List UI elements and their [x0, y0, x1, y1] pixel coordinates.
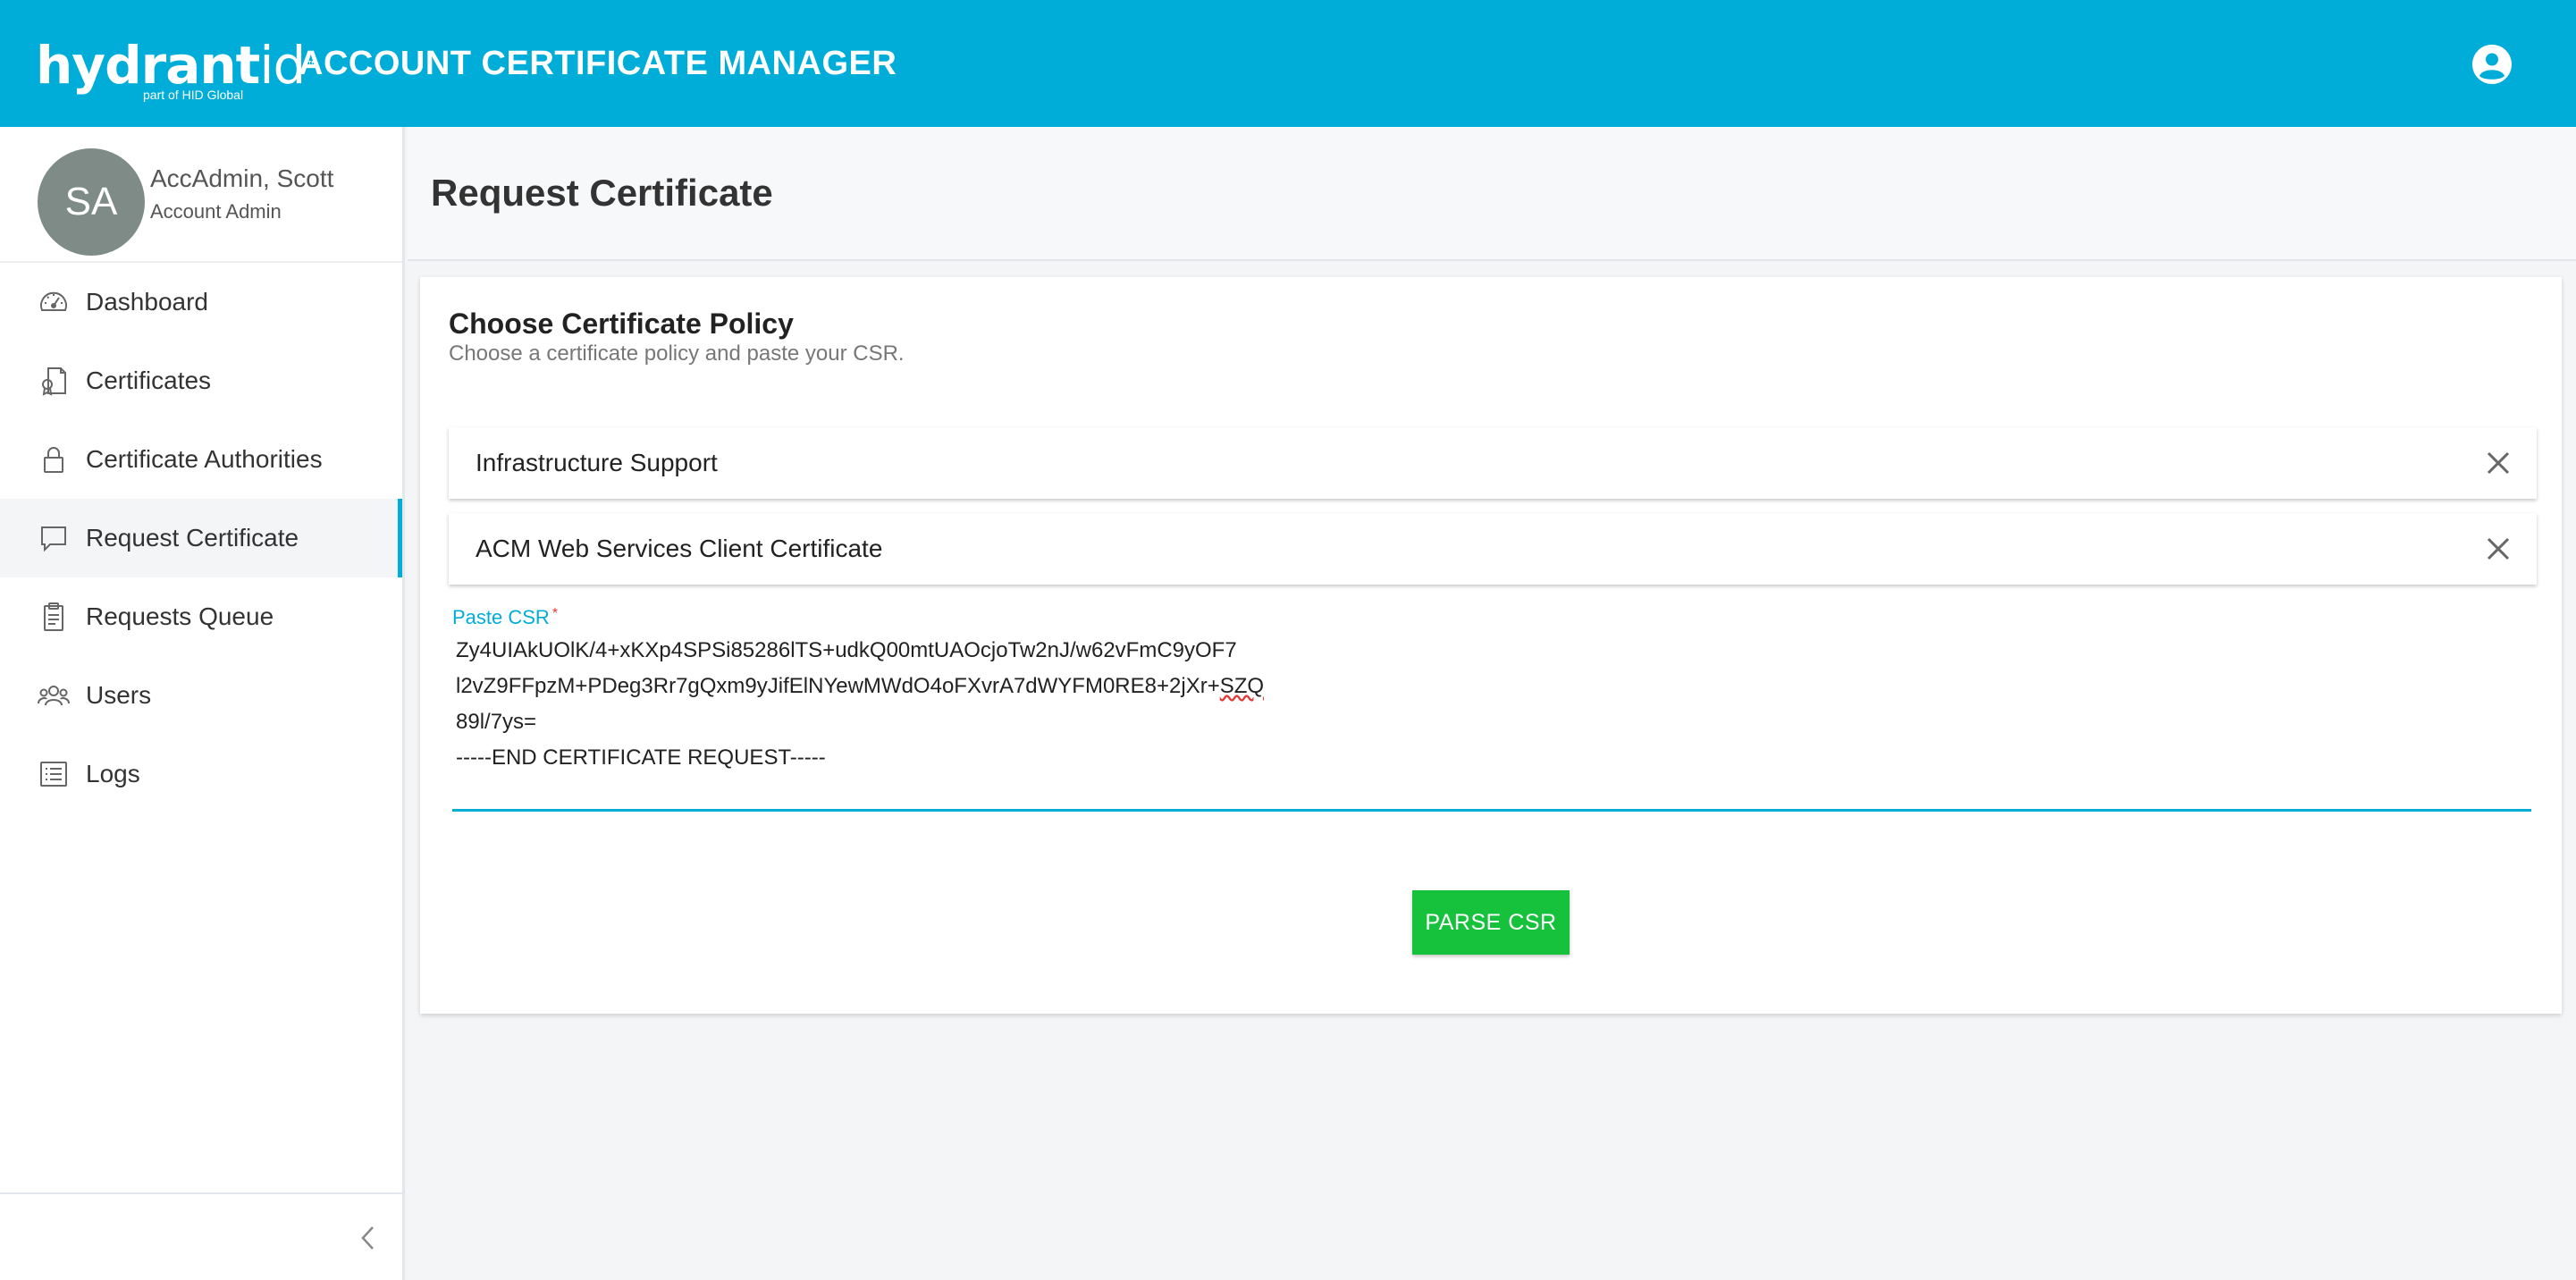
- chevron-left-icon[interactable]: [354, 1223, 384, 1253]
- sidebar-item-logs[interactable]: Logs: [0, 735, 402, 813]
- policy-card: Choose Certificate Policy Choose a certi…: [420, 277, 2562, 1014]
- sidebar-item-requests-queue[interactable]: Requests Queue: [0, 577, 402, 656]
- csr-text-line: Zy4UIAkUOlK/4+xKXp4SPSi85286lTS+udkQ00mt…: [456, 638, 1237, 662]
- csr-text-line: 89l/7ys=: [456, 710, 537, 734]
- app-title: ACCOUNT CERTIFICATE MANAGER: [299, 45, 897, 82]
- sidebar-item-certificate-authorities[interactable]: Certificate Authorities: [0, 420, 402, 499]
- avatar[interactable]: SA: [38, 148, 145, 256]
- card-title: Choose Certificate Policy: [449, 307, 794, 340]
- policy-selection-label: ACM Web Services Client Certificate: [476, 535, 883, 562]
- list-icon: [38, 758, 70, 790]
- policy-selection-acm-web-services[interactable]: ACM Web Services Client Certificate: [449, 513, 2537, 585]
- profile-role: Account Admin: [150, 200, 282, 223]
- close-icon[interactable]: [2483, 534, 2513, 564]
- sidebar-item-label: Dashboard: [86, 288, 208, 316]
- sidebar-footer: [0, 1192, 402, 1280]
- sidebar-item-request-certificate[interactable]: Request Certificate: [0, 499, 402, 577]
- parse-csr-button[interactable]: PARSE CSR: [1412, 890, 1570, 955]
- clipboard-icon: [38, 601, 70, 633]
- sidebar: SA AccAdmin, Scott Account Admin Dashboa…: [0, 127, 405, 1280]
- dashboard-gauge-icon: [38, 286, 70, 318]
- sidebar-item-certificates[interactable]: Certificates: [0, 341, 402, 420]
- account-circle-icon[interactable]: [2472, 45, 2512, 84]
- close-icon[interactable]: [2483, 448, 2513, 478]
- app-root: hydrantid ™ part of HID Global ACCOUNT CE…: [0, 0, 2576, 1280]
- logo-wordmark: hydrantid ™: [36, 35, 317, 96]
- top-bar: hydrantid ™ part of HID Global ACCOUNT CE…: [0, 0, 2576, 127]
- csr-text-line: -----END CERTIFICATE REQUEST-----: [456, 745, 826, 770]
- sidebar-item-label: Certificate Authorities: [86, 445, 323, 473]
- policy-selection-label: Infrastructure Support: [476, 449, 718, 476]
- logo-tagline: part of HID Global: [143, 88, 244, 102]
- csr-textarea[interactable]: Zy4UIAkUOlK/4+xKXp4SPSi85286lTS+udkQ00mt…: [452, 633, 2531, 812]
- required-marker: *: [551, 606, 559, 621]
- sidebar-item-label: Requests Queue: [86, 602, 274, 630]
- users-icon: [38, 679, 70, 712]
- profile-name: AccAdmin, Scott: [150, 164, 334, 192]
- comment-icon: [38, 522, 70, 554]
- policy-selection-infrastructure-support[interactable]: Infrastructure Support: [449, 427, 2537, 499]
- page-header: Request Certificate: [408, 127, 2576, 261]
- sidebar-item-label: Users: [86, 681, 152, 709]
- csr-label: Paste CSR *: [452, 606, 559, 628]
- certificate-document-icon: [38, 365, 70, 397]
- sidebar-item-label: Logs: [86, 760, 140, 787]
- sidebar-item-label: Certificates: [86, 366, 212, 394]
- csr-text-line: l2vZ9FFpzM+PDeg3Rr7gQxm9yJifElNYewMWdO4o…: [456, 674, 1265, 698]
- page-title: Request Certificate: [431, 172, 773, 214]
- hydrantid-logo: hydrantid ™ part of HID Global: [36, 39, 317, 102]
- spellcheck-flag: SZQ: [1219, 674, 1265, 698]
- lock-icon: [38, 443, 70, 476]
- sidebar-item-dashboard[interactable]: Dashboard: [0, 263, 402, 341]
- user-profile: SA AccAdmin, Scott Account Admin: [0, 127, 402, 263]
- sidebar-item-users[interactable]: Users: [0, 656, 402, 735]
- sidebar-item-label: Request Certificate: [86, 524, 299, 552]
- card-subtitle: Choose a certificate policy and paste yo…: [449, 341, 905, 366]
